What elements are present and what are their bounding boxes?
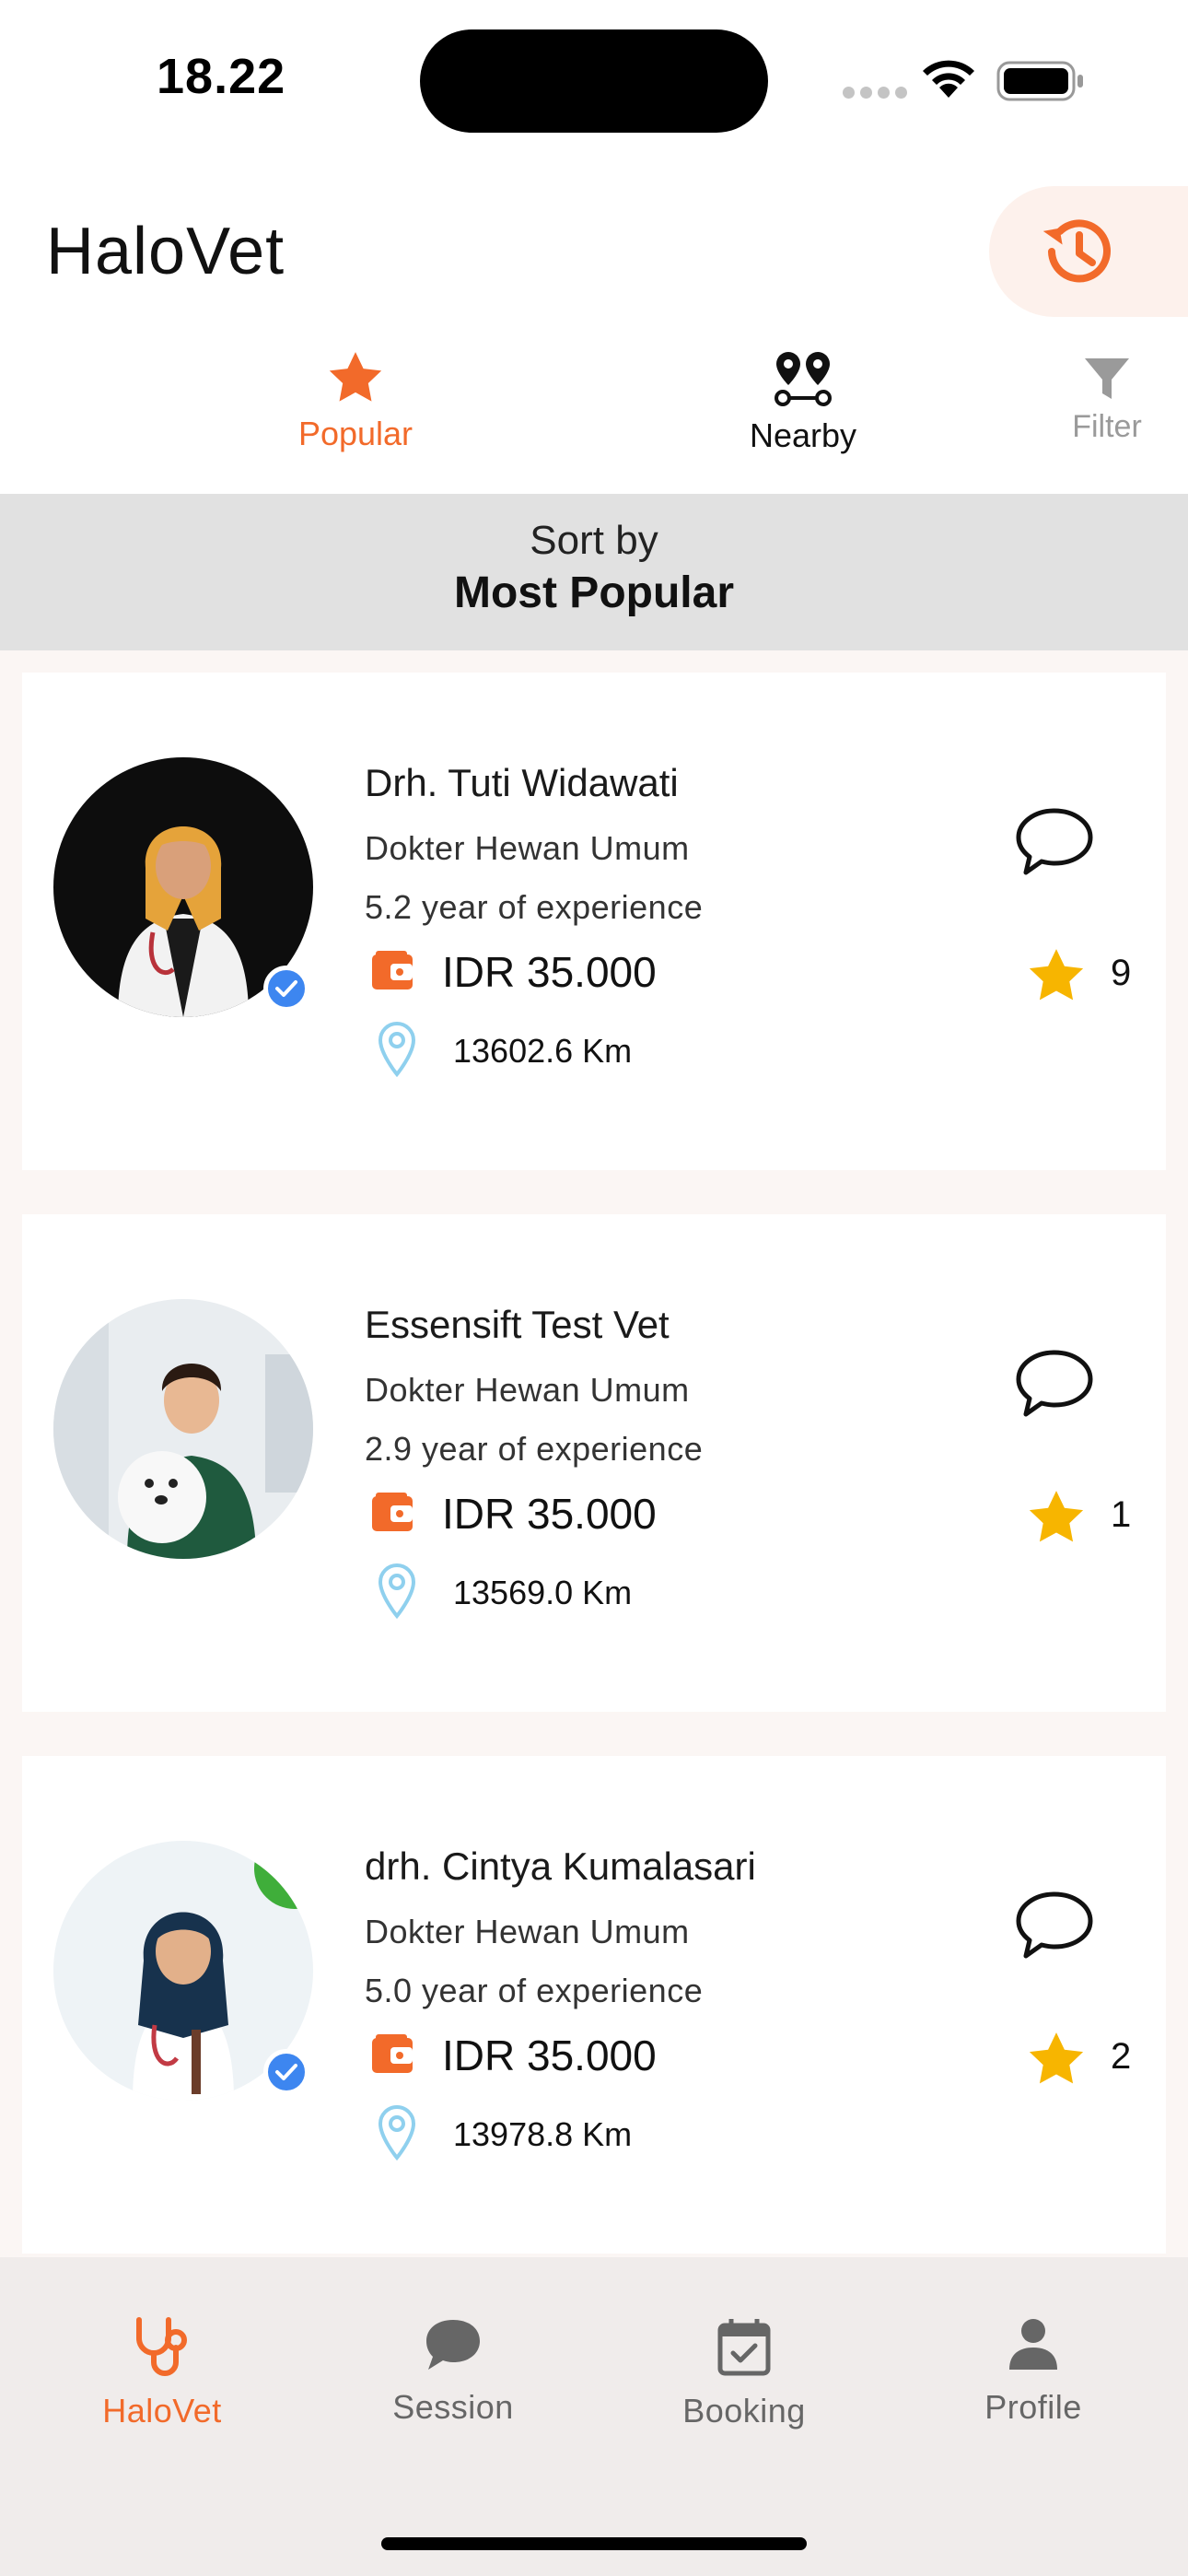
status-bar: 18.22 [0,0,1188,157]
vet-specialty: Dokter Hewan Umum [365,829,690,867]
vet-card[interactable]: drh. Cintya Kumalasari Dokter Hewan Umum… [22,1756,1166,2254]
nav-item-session[interactable]: Session [352,2316,554,2427]
calendar-check-icon [717,2319,771,2376]
tab-popular[interactable]: Popular [273,350,438,453]
vet-specialty: Dokter Hewan Umum [365,1913,690,1950]
tab-filter[interactable]: Filter [1059,356,1155,445]
rating-value: 9 [1111,953,1132,993]
filter-icon [1085,358,1129,399]
vet-distance: 13978.8 Km [453,2115,633,2153]
vet-price: IDR 35.000 [442,2032,657,2079]
nav-item-booking[interactable]: Booking [643,2316,845,2430]
vet-experience: 5.2 year of experience [365,888,704,926]
chat-icon[interactable] [1015,1349,1094,1419]
home-indicator [381,2537,807,2550]
rating-star-icon [1029,949,1084,1001]
vet-specialty: Dokter Hewan Umum [365,1371,690,1409]
nav-label: Booking [682,2392,806,2430]
map-pins-icon [775,352,832,406]
cellular-signal-icon [843,87,907,99]
stethoscope-icon [136,2317,187,2376]
status-time: 18.22 [157,49,286,104]
star-icon [329,352,382,402]
vet-list[interactable]: Drh. Tuti Widawati Dokter Hewan Umum 5.2… [0,650,1188,2257]
location-pin-icon [378,2104,416,2161]
verified-badge [263,2049,309,2095]
person-icon [1009,2319,1057,2370]
wifi-icon [923,60,974,98]
location-pin-icon [378,1563,416,1620]
vet-price: IDR 35.000 [442,948,657,996]
vet-name: drh. Cintya Kumalasari [365,1844,756,1888]
vet-name: Drh. Tuti Widawati [365,761,679,804]
history-icon [1042,219,1111,283]
vet-experience: 5.0 year of experience [365,1972,704,2009]
vet-name: Essensift Test Vet [365,1303,670,1346]
nav-label: Session [392,2388,514,2426]
history-button[interactable] [989,186,1188,317]
bottom-nav: HaloVet Session Booking Profile [0,2257,1188,2576]
rating-value: 2 [1111,2036,1132,2077]
wallet-icon [372,951,413,989]
nav-label: HaloVet [102,2392,222,2430]
vet-card[interactable]: Drh. Tuti Widawati Dokter Hewan Umum 5.2… [22,673,1166,1170]
rating-star-icon [1029,1491,1084,1542]
nav-item-halovet[interactable]: HaloVet [61,2316,263,2430]
vet-experience: 2.9 year of experience [365,1430,704,1468]
verified-badge [263,966,309,1012]
nav-label: Profile [984,2388,1082,2426]
vet-distance: 13569.0 Km [453,1574,633,1611]
nav-item-profile[interactable]: Profile [932,2316,1135,2427]
tab-nearby[interactable]: Nearby [720,350,886,455]
dynamic-island [420,29,768,133]
wallet-icon [372,1493,413,1531]
wallet-icon [372,2034,413,2073]
vet-card[interactable]: Essensift Test Vet Dokter Hewan Umum 2.9… [22,1214,1166,1712]
vet-avatar [53,1299,313,1559]
battery-icon [996,61,1083,101]
tab-label: Filter [1072,409,1142,444]
rating-star-icon [1029,2032,1084,2084]
vet-distance: 13602.6 Km [453,1032,633,1070]
app-title: HaloVet [46,215,285,288]
sort-caption: Sort by [530,518,658,563]
chat-icon[interactable] [1015,807,1094,877]
rating-value: 1 [1111,1494,1132,1535]
tab-label: Popular [297,415,413,452]
chat-bubble-icon [426,2320,480,2370]
location-pin-icon [378,1021,416,1078]
check-icon [275,980,297,997]
vet-price: IDR 35.000 [442,1490,657,1538]
sort-value: Most Popular [453,568,734,617]
tab-label: Nearby [749,416,857,454]
check-icon [275,2064,297,2080]
chat-icon[interactable] [1015,1891,1094,1961]
sort-selector[interactable]: Sort by Most Popular [0,494,1188,650]
